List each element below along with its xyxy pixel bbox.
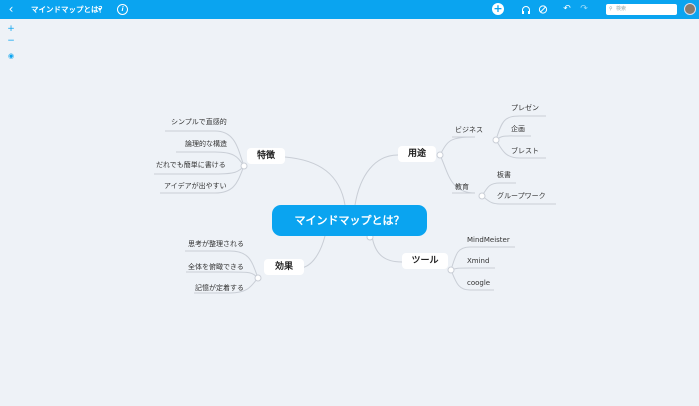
central-topic[interactable]: マインドマップとは？ <box>272 205 427 236</box>
feature-item[interactable]: だれでも簡単に書ける <box>156 160 226 170</box>
business-item[interactable]: プレゼン <box>511 103 539 113</box>
tool-item[interactable]: coogle <box>467 278 490 288</box>
effect-item[interactable]: 全体を俯瞰できる <box>188 262 244 272</box>
topic-uses[interactable]: 用途 <box>398 146 436 162</box>
map-connectors <box>154 115 556 294</box>
tool-item[interactable]: Xmind <box>467 256 489 266</box>
effect-item[interactable]: 思考が整理される <box>188 239 244 249</box>
uses-education[interactable]: 教育 <box>455 182 469 192</box>
education-item[interactable]: 板書 <box>497 170 511 180</box>
tool-item[interactable]: MindMeister <box>467 235 510 245</box>
feature-item[interactable]: 論理的な構造 <box>185 139 227 149</box>
topic-effects[interactable]: 効果 <box>264 259 304 275</box>
topic-tools[interactable]: ツール <box>402 253 448 269</box>
effect-item[interactable]: 記憶が定着する <box>195 283 244 293</box>
uses-business[interactable]: ビジネス <box>455 125 483 135</box>
feature-item[interactable]: シンプルで直感的 <box>171 117 227 127</box>
business-item[interactable]: 企画 <box>511 124 525 134</box>
business-item[interactable]: ブレスト <box>511 146 539 156</box>
feature-item[interactable]: アイデアが出やすい <box>164 181 227 191</box>
education-item[interactable]: グループワーク <box>497 191 546 201</box>
topic-features[interactable]: 特徴 <box>247 148 285 164</box>
